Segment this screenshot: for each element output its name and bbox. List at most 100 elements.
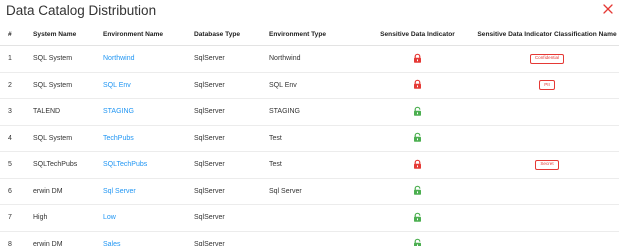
row-number: 1 <box>0 45 33 73</box>
system-name-cell: erwin DM <box>33 178 103 205</box>
header-environment-name: Environment Name <box>103 24 194 46</box>
sensitive-indicator-cell <box>360 178 475 205</box>
environment-name-link-text[interactable]: SQLTechPubs <box>103 161 147 168</box>
system-name-cell: SQL System <box>33 45 103 73</box>
classification-cell <box>475 204 619 232</box>
classification-cell: PII <box>475 72 619 99</box>
dialog-title: Data Catalog Distribution <box>6 3 157 18</box>
database-type-cell: SqlServer <box>194 72 269 99</box>
system-name-cell: SQL System <box>33 72 103 99</box>
header-database-type: Database Type <box>194 24 269 46</box>
row-number-text: 5 <box>8 161 12 169</box>
lock-closed-icon <box>413 53 422 65</box>
environment-type-cell: STAGING <box>269 98 360 126</box>
classification-badge: Confidential <box>529 53 565 64</box>
environment-type-cell-text: Northwind <box>269 55 301 63</box>
sensitive-indicator-cell <box>360 204 475 232</box>
environment-type-cell-text: Test <box>269 161 282 169</box>
environment-name-link-text[interactable]: Sales <box>103 241 121 246</box>
environment-name-link[interactable]: Sales <box>103 231 194 246</box>
database-type-cell: SqlServer <box>194 125 269 152</box>
system-name-cell: SQLTechPubs <box>33 151 103 179</box>
environment-name-link-text[interactable]: STAGING <box>103 108 134 115</box>
row-number-text: 3 <box>8 108 12 116</box>
environment-type-cell: Northwind <box>269 45 360 73</box>
dialog-header: Data Catalog Distribution <box>0 0 619 24</box>
environment-name-link[interactable]: Low <box>103 204 194 232</box>
environment-name-link-text[interactable]: Sql Server <box>103 188 136 195</box>
lock-closed-icon <box>413 159 422 171</box>
environment-name-link-text[interactable]: Low <box>103 214 116 221</box>
header-classification-name: Sensitive Data Indicator Classification … <box>475 24 619 46</box>
environment-name-link-text[interactable]: Northwind <box>103 55 135 62</box>
sensitive-indicator-cell <box>360 45 475 73</box>
row-number: 6 <box>0 178 33 205</box>
environment-name-link[interactable]: SQL Env <box>103 72 194 99</box>
row-number: 5 <box>0 151 33 179</box>
row-number-text: 2 <box>8 81 12 89</box>
environment-type-cell: Test <box>269 151 360 179</box>
environment-type-cell-text: STAGING <box>269 108 300 116</box>
environment-name-link[interactable]: Northwind <box>103 45 194 73</box>
row-number-text: 1 <box>8 55 12 63</box>
environment-type-cell: SQL Env <box>269 72 360 99</box>
system-name-cell: erwin DM <box>33 231 103 246</box>
table-row: 7 High Low SqlServer <box>0 204 619 232</box>
row-number-text: 4 <box>8 134 12 142</box>
environment-type-cell-text: Sql Server <box>269 187 302 195</box>
row-number-text: 6 <box>8 187 12 195</box>
row-number: 4 <box>0 125 33 152</box>
database-type-cell: SqlServer <box>194 45 269 73</box>
table-row: 5 SQLTechPubs SQLTechPubs SqlServer Test Secr… <box>0 151 619 179</box>
classification-cell: Secret <box>475 151 619 179</box>
sensitive-indicator-cell <box>360 98 475 126</box>
database-type-cell: SqlServer <box>194 204 269 232</box>
system-name-cell-text: TALEND <box>33 108 61 116</box>
environment-name-link-text[interactable]: SQL Env <box>103 82 131 89</box>
system-name-cell-text: SQL System <box>33 81 73 89</box>
sensitive-indicator-cell <box>360 125 475 152</box>
environment-name-link[interactable]: TechPubs <box>103 125 194 152</box>
close-icon[interactable] <box>601 2 615 16</box>
system-name-cell: TALEND <box>33 98 103 126</box>
environment-name-link[interactable]: SQLTechPubs <box>103 151 194 179</box>
classification-cell <box>475 98 619 126</box>
database-type-cell-text: SqlServer <box>194 187 225 195</box>
environment-name-link[interactable]: Sql Server <box>103 178 194 205</box>
system-name-cell-text: SQL System <box>33 134 73 142</box>
system-name-cell: SQL System <box>33 125 103 152</box>
system-name-cell-text: SQL System <box>33 55 73 63</box>
table-row: 2 SQL System SQL Env SqlServer SQL Env PII <box>0 72 619 99</box>
row-number: 2 <box>0 72 33 99</box>
classification-cell: Confidential <box>475 45 619 73</box>
database-type-cell: SqlServer <box>194 178 269 205</box>
database-type-cell-text: SqlServer <box>194 161 225 169</box>
row-number: 7 <box>0 204 33 232</box>
environment-type-cell <box>269 231 360 246</box>
table-body: 1 SQL System Northwind SqlServer Northwind Co… <box>0 45 619 246</box>
database-type-cell-text: SqlServer <box>194 134 225 142</box>
row-number-text: 7 <box>8 214 12 222</box>
environment-type-cell-text: SQL Env <box>269 81 297 89</box>
lock-open-icon <box>413 238 422 246</box>
environment-name-link[interactable]: STAGING <box>103 98 194 126</box>
header-sensitive-indicator: Sensitive Data Indicator <box>360 24 475 46</box>
lock-open-icon <box>413 185 422 197</box>
row-number-text: 8 <box>8 240 12 246</box>
database-type-cell: SqlServer <box>194 98 269 126</box>
table-row: 4 SQL System TechPubs SqlServer Test <box>0 125 619 152</box>
database-type-cell-text: SqlServer <box>194 214 225 222</box>
environment-type-cell: Test <box>269 125 360 152</box>
environment-type-cell-text: Test <box>269 134 282 142</box>
row-number: 3 <box>0 98 33 126</box>
header-environment-type: Environment Type <box>269 24 360 46</box>
table-row: 6 erwin DM Sql Server SqlServer Sql Server <box>0 178 619 205</box>
sensitive-indicator-cell <box>360 72 475 99</box>
classification-cell <box>475 125 619 152</box>
database-type-cell-text: SqlServer <box>194 108 225 116</box>
classification-badge: Secret <box>535 159 559 170</box>
table-row: 3 TALEND STAGING SqlServer STAGING <box>0 98 619 126</box>
environment-name-link-text[interactable]: TechPubs <box>103 135 134 142</box>
lock-open-icon <box>413 106 422 118</box>
table-row: 8 erwin DM Sales SqlServer <box>0 231 619 246</box>
